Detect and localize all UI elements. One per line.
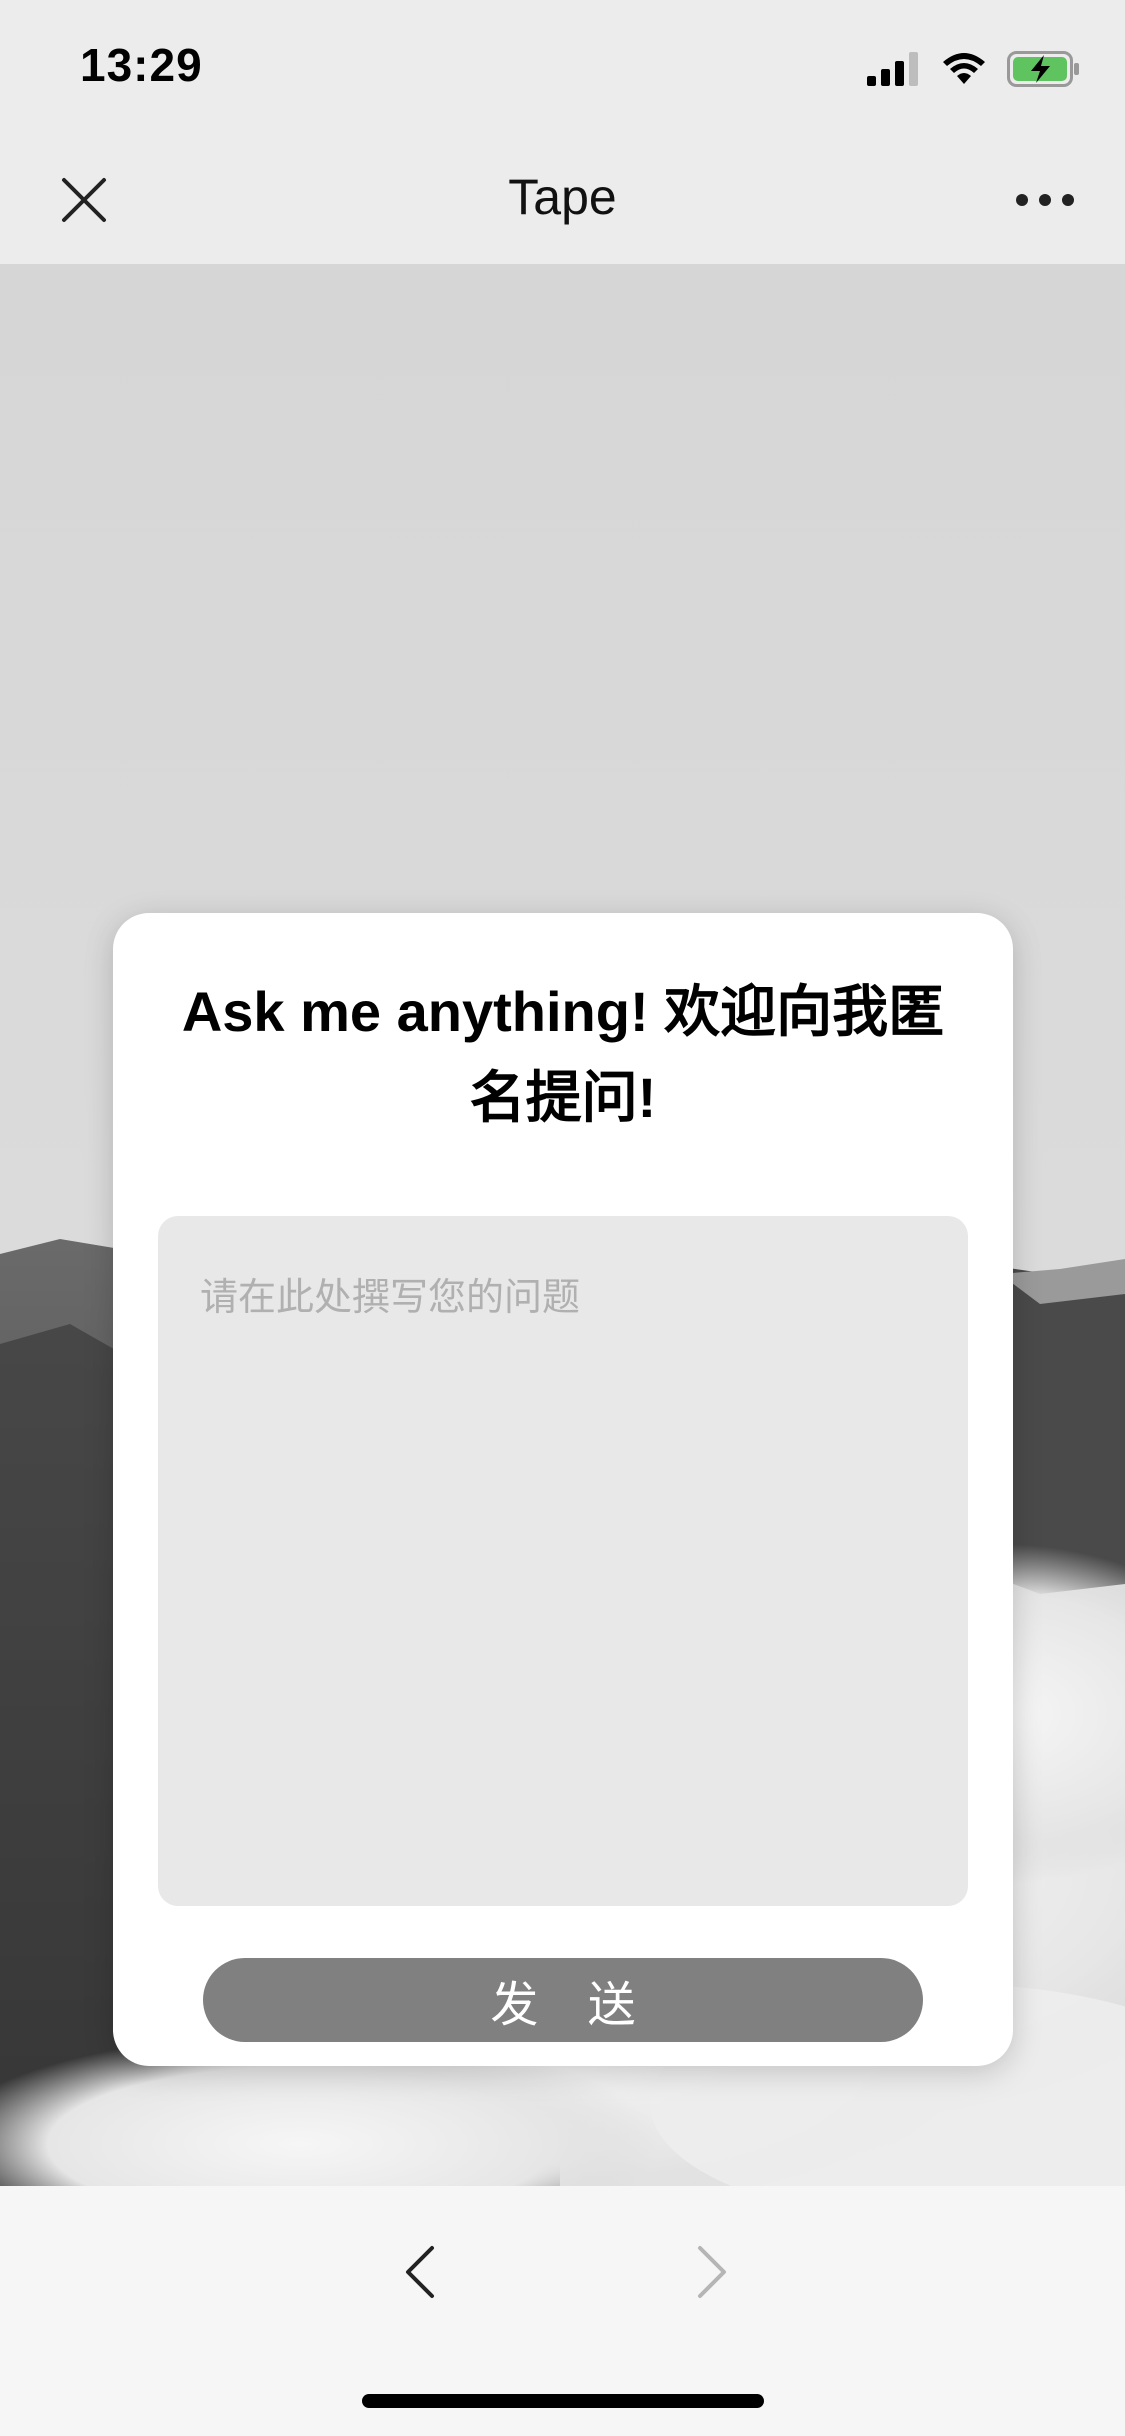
wifi-icon <box>943 53 985 84</box>
card-title: Ask me anything! 欢迎向我匿名提问! <box>181 980 945 1129</box>
battery-charging-icon <box>1007 51 1079 87</box>
send-button[interactable]: 发 送 <box>203 1958 923 2042</box>
web-content[interactable]: Ask me anything! 欢迎向我匿名提问! 发 送 <box>0 264 1125 2186</box>
ask-card: Ask me anything! 欢迎向我匿名提问! 发 送 <box>113 913 1013 2066</box>
chevron-left-icon <box>406 2246 434 2298</box>
status-time: 13:29 <box>80 39 203 91</box>
chevron-right-icon <box>698 2246 726 2298</box>
page-title: Tape <box>508 169 617 225</box>
status-icons <box>867 46 1081 92</box>
cellular-signal-icon <box>867 52 918 86</box>
status-bar: 13:29 <box>0 0 1125 132</box>
more-button[interactable] <box>1005 168 1085 232</box>
nav-bar: Tape <box>0 132 1125 264</box>
question-input[interactable] <box>158 1216 968 1906</box>
back-button[interactable] <box>380 2232 460 2312</box>
forward-button[interactable] <box>672 2232 752 2312</box>
home-indicator[interactable] <box>362 2394 764 2408</box>
more-icon <box>1016 194 1074 206</box>
